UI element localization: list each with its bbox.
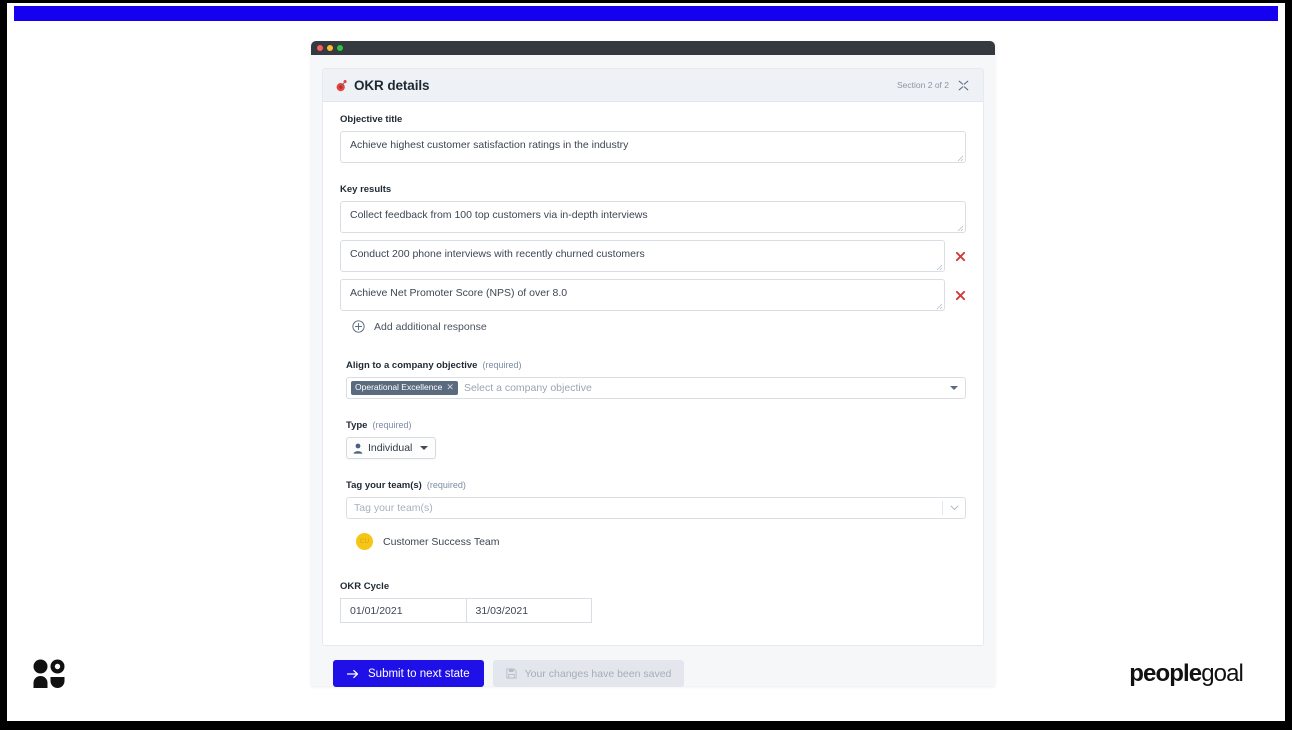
page-title: OKR details (354, 77, 430, 93)
key-result-row (340, 240, 966, 272)
chevron-down-icon[interactable] (943, 505, 965, 511)
collapse-icon[interactable] (958, 80, 969, 91)
okr-cycle-date-group: 01/01/2021 31/03/2021 (340, 598, 592, 623)
tagged-team-name: Customer Success Team (383, 535, 500, 548)
target-icon (335, 79, 348, 92)
okr-cycle-group: OKR Cycle 01/01/2021 31/03/2021 (340, 581, 966, 623)
key-result-row (340, 279, 966, 311)
type-field-group: Type (required) Individual (346, 420, 966, 459)
slide-frame: OKR details Section 2 of 2 Objective tit… (0, 0, 1292, 730)
type-required-marker: (required) (372, 420, 412, 430)
submit-to-next-state-button[interactable]: Submit to next state (333, 660, 484, 687)
cycle-start-date-input[interactable]: 01/01/2021 (340, 598, 467, 623)
okr-cycle-label: OKR Cycle (340, 581, 966, 592)
align-objective-multiselect[interactable]: Operational Excellence ✕ Select a compan… (346, 377, 966, 399)
arrow-right-icon (347, 669, 359, 679)
window-minimize-dot[interactable] (327, 45, 333, 51)
delete-key-result-3-button[interactable] (955, 283, 966, 307)
close-x-icon (955, 251, 966, 261)
wordmark-people: people (1129, 660, 1202, 687)
changes-saved-status: Your changes have been saved (492, 660, 685, 687)
selected-objective-chip: Operational Excellence ✕ (351, 381, 458, 395)
objective-title-label-text: Objective title (340, 114, 403, 125)
window-maximize-dot[interactable] (337, 45, 343, 51)
top-blue-bar (14, 6, 1278, 21)
key-result-input-2[interactable] (340, 240, 945, 272)
key-result-row (340, 201, 966, 233)
browser-window: OKR details Section 2 of 2 Objective tit… (311, 41, 995, 687)
avatar: CU (356, 533, 373, 550)
align-objective-label: Align to a company objective (required) (346, 360, 966, 371)
section-counter: Section 2 of 2 (897, 80, 949, 90)
window-body: OKR details Section 2 of 2 Objective tit… (311, 55, 995, 687)
window-titlebar (311, 41, 995, 55)
card-header: OKR details Section 2 of 2 (323, 69, 983, 102)
okr-details-card: OKR details Section 2 of 2 Objective tit… (322, 68, 984, 646)
key-result-input-3[interactable] (340, 279, 945, 311)
floppy-disk-icon (506, 668, 517, 679)
tag-teams-select[interactable]: Tag your team(s) (346, 497, 966, 519)
type-dropdown-button[interactable]: Individual (346, 437, 437, 459)
plus-circle-icon (352, 320, 365, 333)
changes-saved-label: Your changes have been saved (524, 667, 672, 680)
tag-teams-label: Tag your team(s) (required) (346, 480, 966, 491)
peoplegoal-mark-icon (31, 658, 67, 690)
teams-field-group: Tag your team(s) (required) Tag your tea… (346, 480, 966, 550)
wordmark-goal: goal (1201, 660, 1244, 687)
type-label: Type (required) (346, 420, 966, 431)
caret-down-icon (420, 446, 429, 450)
objective-title-field-wrap (340, 131, 966, 163)
tag-teams-placeholder: Tag your team(s) (354, 502, 433, 514)
tag-teams-label-text: Tag your team(s) (346, 480, 422, 491)
card-header-right: Section 2 of 2 (897, 80, 969, 91)
peoplegoal-wordmark: peoplegoal (1129, 660, 1244, 688)
submit-button-label: Submit to next state (368, 667, 470, 680)
add-additional-response-label: Add additional response (374, 320, 487, 333)
window-close-dot[interactable] (317, 45, 323, 51)
tagged-team-item: CU Customer Success Team (356, 533, 966, 550)
form-footer: Submit to next state Your changes have b… (322, 646, 984, 687)
cycle-end-date-input[interactable]: 31/03/2021 (466, 598, 592, 623)
add-additional-response-button[interactable]: Add additional response (352, 320, 966, 333)
card-title-wrap: OKR details (335, 78, 897, 93)
type-value: Individual (368, 442, 413, 454)
align-objective-label-text: Align to a company objective (346, 360, 478, 371)
key-result-input-1[interactable] (340, 201, 966, 233)
selected-objective-chip-label: Operational Excellence (355, 382, 443, 393)
okr-form: Objective title Key results (323, 102, 983, 623)
key-result-field-wrap (340, 279, 945, 311)
objective-title-label: Objective title (340, 114, 966, 125)
caret-down-icon[interactable] (950, 386, 958, 390)
key-result-field-wrap (340, 240, 945, 272)
align-objective-placeholder: Select a company objective (463, 382, 592, 394)
close-x-icon (955, 290, 966, 300)
person-icon (353, 443, 363, 454)
key-result-field-wrap (340, 201, 966, 233)
key-results-label-text: Key results (340, 184, 392, 195)
objective-title-input[interactable] (340, 131, 966, 163)
type-label-text: Type (346, 420, 368, 431)
delete-key-result-2-button[interactable] (955, 244, 966, 268)
teams-required-marker: (required) (426, 480, 466, 490)
chip-remove-icon[interactable]: ✕ (446, 383, 454, 392)
key-results-label: Key results (340, 184, 966, 195)
align-field-group: Align to a company objective (required) … (346, 360, 966, 399)
okr-cycle-label-text: OKR Cycle (340, 581, 390, 592)
align-required-marker: (required) (482, 360, 522, 370)
